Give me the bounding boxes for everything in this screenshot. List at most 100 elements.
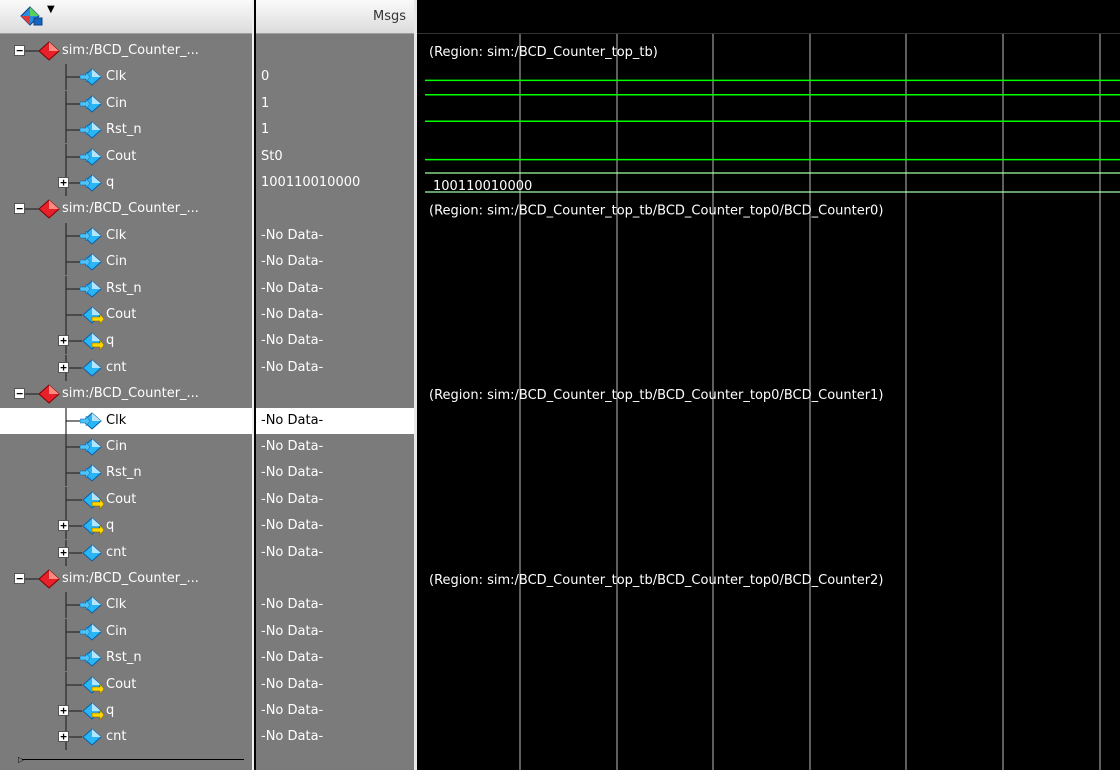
signal-row[interactable]: Cout (0, 143, 252, 170)
tree-connector (65, 592, 82, 619)
output-signal-icon (82, 517, 104, 536)
signal-name: Cout (106, 307, 137, 322)
output-signal-icon (82, 332, 104, 352)
signal-name: Clk (106, 597, 127, 613)
signal-row[interactable]: Clk (0, 64, 252, 91)
region-path-label: (Region: sim:/BCD_Counter_top_tb/BCD_Cou… (429, 573, 883, 588)
signal-row[interactable]: Cin (0, 249, 252, 276)
signal-row[interactable]: Rst_n (0, 275, 252, 302)
signal-values-pane: Msgs 0 1 1 St0 100110010000 -No Data- -No Data… (256, 0, 417, 770)
signal-row[interactable]: Rst_n (0, 460, 252, 487)
signal-name: Cin (106, 254, 127, 270)
region-diamond-icon (38, 569, 60, 589)
input-signal-icon (80, 95, 102, 113)
internal-signal-icon (82, 728, 102, 747)
tree-connector (65, 460, 82, 487)
region-row[interactable]: − sim:/BCD_Counter_... (0, 196, 252, 222)
tree-connector (65, 222, 82, 249)
signal-name: Rst_n (106, 122, 142, 138)
signal-row[interactable]: Clk (0, 222, 252, 249)
signal-name: cnt (106, 729, 127, 745)
signal-name: cnt (106, 544, 127, 560)
signal-row[interactable]: Cin (0, 90, 252, 117)
names-scroll-track (22, 759, 244, 760)
signal-value: -No Data- (261, 518, 324, 534)
expand-icon[interactable]: + (58, 705, 69, 716)
region-diamond-icon (38, 384, 60, 404)
input-signal-icon (80, 438, 102, 456)
tree-connector (65, 90, 82, 117)
signal-value: -No Data- (261, 544, 324, 560)
signal-name: q (106, 703, 115, 718)
input-signal-icon (80, 623, 102, 641)
signal-row[interactable]: Cin (0, 618, 252, 645)
signal-row[interactable]: Clk (0, 407, 252, 434)
signal-value: 0 (261, 69, 270, 85)
input-signal-icon (80, 147, 102, 166)
signal-row[interactable]: Cout (0, 671, 252, 698)
input-signal-icon (80, 411, 102, 430)
collapse-icon[interactable]: − (14, 573, 25, 584)
signal-value: St0 (261, 148, 283, 164)
expand-icon[interactable]: + (58, 731, 69, 743)
region-name: sim:/BCD_Counter_... (62, 201, 199, 217)
signal-row[interactable]: Clk (0, 592, 252, 619)
waveform-canvas[interactable]: (Region: sim:/BCD_Counter_top_tb) 1001100… (417, 0, 1120, 770)
msgs-column-title: Msgs (372, 9, 406, 24)
region-row[interactable]: − sim:/BCD_Counter_... (0, 381, 252, 407)
waveform-pane[interactable]: (Region: sim:/BCD_Counter_top_tb) 1001100… (417, 0, 1120, 770)
signal-name: Rst_n (106, 465, 142, 481)
signal-row[interactable]: Cout (0, 302, 252, 328)
tree-connector (65, 407, 82, 434)
internal-signal-icon (82, 543, 102, 562)
region-row[interactable]: − sim:/BCD_Counter_... (0, 566, 252, 592)
signal-row[interactable]: + cnt (0, 724, 252, 751)
expand-icon[interactable]: + (58, 520, 69, 532)
expand-icon[interactable]: + (58, 361, 69, 373)
input-signal-icon (80, 464, 102, 483)
collapse-icon[interactable]: − (14, 388, 25, 400)
signal-row[interactable]: + q (0, 170, 252, 196)
signal-name: q (106, 175, 115, 190)
signal-name: Cin (106, 439, 127, 454)
signal-row[interactable]: Rst_n (0, 645, 252, 672)
tree-connector (65, 513, 82, 540)
signal-name: Cout (106, 676, 137, 692)
region-row[interactable]: − sim:/BCD_Counter_... (0, 38, 252, 64)
wave-format-icon[interactable] (20, 6, 44, 26)
signal-name: Cin (106, 623, 127, 639)
region-diamond-icon (38, 41, 60, 61)
signal-row[interactable]: + cnt (0, 539, 252, 566)
scroll-right-icon[interactable]: ▷ (18, 755, 24, 764)
signal-value: -No Data- (261, 491, 324, 507)
names-header: ▼ (0, 0, 252, 34)
collapse-icon[interactable]: − (14, 203, 25, 215)
signal-name: q (106, 518, 115, 534)
bus-value-label: 100110010000 (433, 179, 532, 194)
expand-icon[interactable]: + (58, 335, 69, 347)
signal-name: Rst_n (106, 280, 142, 296)
expand-icon[interactable]: + (58, 546, 69, 558)
collapse-icon[interactable]: − (14, 45, 25, 56)
tree-connector (65, 143, 82, 170)
signal-row[interactable]: Cout (0, 486, 252, 513)
signal-row[interactable]: Rst_n (0, 117, 252, 144)
signal-row[interactable]: + cnt (0, 354, 252, 381)
signal-name: Cout (106, 148, 137, 164)
signal-row[interactable]: Cin (0, 434, 252, 460)
region-path-label: (Region: sim:/BCD_Counter_top_tb/BCD_Cou… (429, 203, 883, 218)
region-path-label: (Region: sim:/BCD_Counter_top_tb) (429, 45, 658, 60)
expand-icon[interactable]: + (58, 177, 69, 188)
tree-connector (65, 302, 82, 328)
signal-row[interactable]: + q (0, 513, 252, 540)
signal-row[interactable]: + q (0, 698, 252, 724)
output-signal-icon (82, 306, 104, 325)
header-dropdown-icon[interactable]: ▼ (47, 4, 55, 15)
tree-connector (65, 328, 82, 355)
signal-value: 1 (261, 122, 270, 138)
tree-connector (65, 117, 82, 144)
signal-value: -No Data- (261, 676, 324, 692)
signal-row[interactable]: + q (0, 328, 252, 355)
signal-value: -No Data- (261, 439, 324, 454)
tree-connector (65, 618, 82, 645)
